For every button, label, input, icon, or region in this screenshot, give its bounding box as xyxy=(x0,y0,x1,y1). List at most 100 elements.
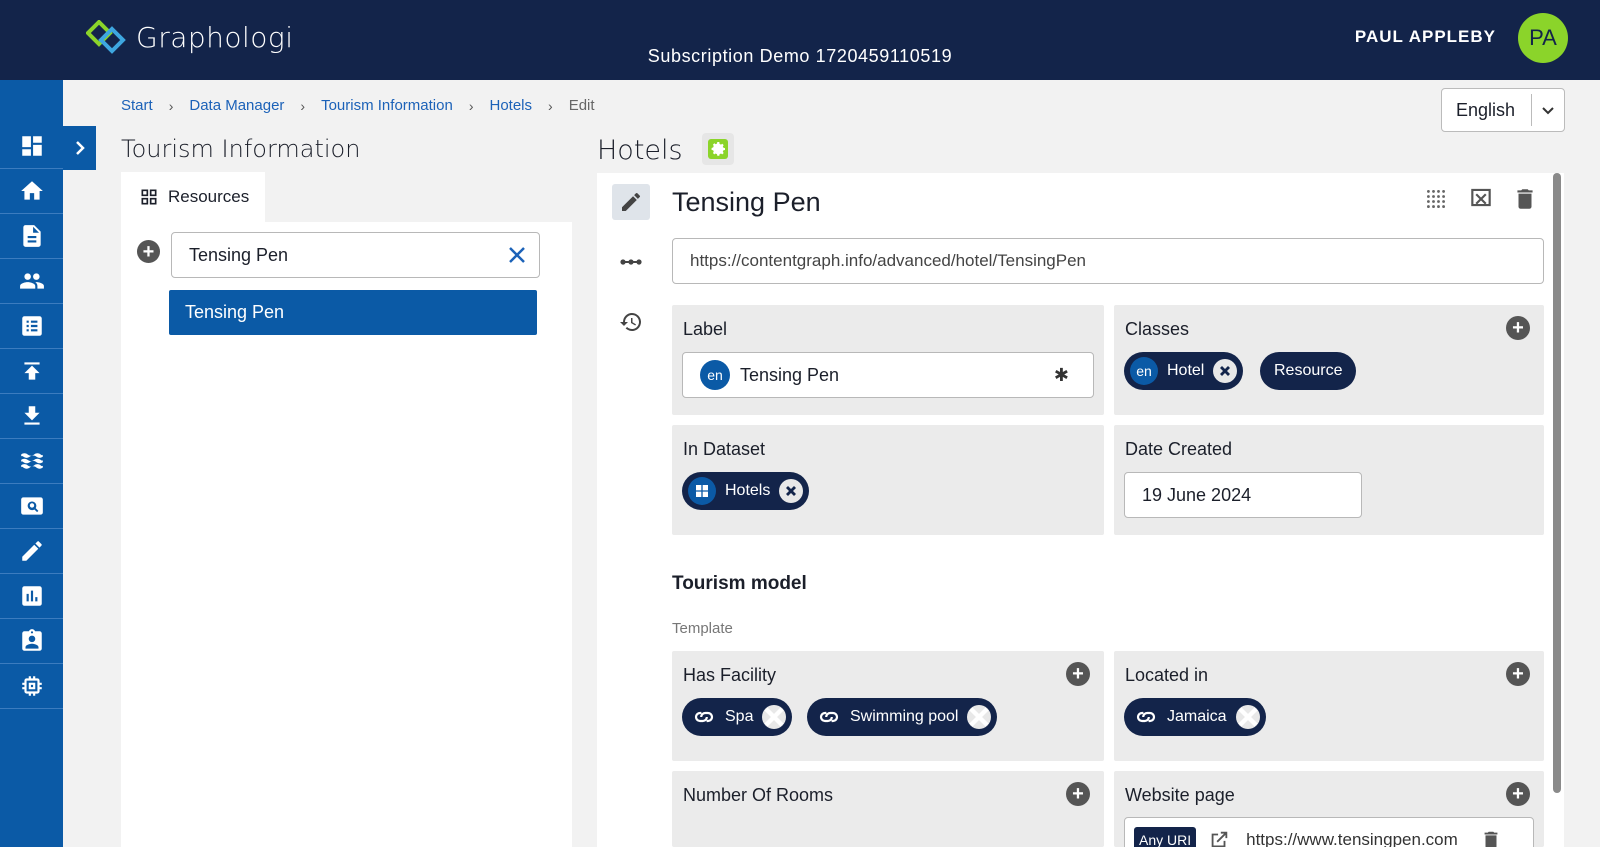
add-location-button[interactable]: + xyxy=(1506,662,1530,686)
website-page-heading: Website page xyxy=(1125,785,1235,805)
list-item[interactable]: Tensing Pen xyxy=(169,290,537,335)
date-created-value: 19 June 2024 xyxy=(1142,484,1252,505)
remove-icon[interactable] xyxy=(779,479,804,503)
breadcrumb: Start › Data Manager › Tourism Informati… xyxy=(121,97,595,114)
facility-chip-label: Swimming pool xyxy=(850,708,959,725)
label-input[interactable]: en Tensing Pen ✱ xyxy=(682,352,1094,398)
language-badge: en xyxy=(1130,357,1158,385)
list-icon xyxy=(21,316,42,336)
waves-icon xyxy=(20,453,43,469)
user-name[interactable]: PAUL APPLEBY xyxy=(1355,27,1496,47)
breadcrumb-start[interactable]: Start xyxy=(121,97,153,114)
sidebar-item-search[interactable] xyxy=(0,484,63,529)
date-created-input[interactable]: 19 June 2024 xyxy=(1124,472,1362,518)
sidebar-item-users[interactable] xyxy=(0,259,63,304)
add-resource-button[interactable]: + xyxy=(137,240,160,263)
relations-button[interactable] xyxy=(615,246,647,278)
history-icon xyxy=(620,313,641,331)
remove-icon[interactable] xyxy=(1235,705,1260,729)
relation-icon xyxy=(620,259,642,265)
dots-grid-button[interactable] xyxy=(1421,184,1451,214)
sidebar-item-waves[interactable] xyxy=(0,439,63,484)
chevron-down-icon[interactable] xyxy=(1532,102,1564,118)
delete-button[interactable] xyxy=(1510,184,1540,214)
grid-icon xyxy=(141,189,157,205)
breadcrumb-separator-icon: › xyxy=(548,97,553,114)
link-icon xyxy=(819,711,839,723)
remove-icon[interactable] xyxy=(967,705,992,729)
search-input[interactable]: Tensing Pen xyxy=(171,232,540,278)
sidebar-item-edit[interactable] xyxy=(0,529,63,574)
link-icon xyxy=(1136,711,1156,723)
has-facility-heading: Has Facility xyxy=(683,665,777,685)
add-facility-button[interactable]: + xyxy=(1066,662,1090,686)
has-facility-card: Has Facility + Spa Swimming pool xyxy=(672,651,1104,761)
trash-icon[interactable] xyxy=(1480,829,1502,847)
language-value: English xyxy=(1456,99,1516,120)
breadcrumb-separator-icon: › xyxy=(300,97,306,114)
dots-grid-icon xyxy=(1427,190,1445,208)
add-rooms-button[interactable]: + xyxy=(1066,782,1090,806)
remove-icon[interactable] xyxy=(762,705,787,729)
add-class-button[interactable]: + xyxy=(1506,316,1530,340)
gear-icon xyxy=(708,139,728,159)
chevron-right-icon xyxy=(75,141,85,155)
class-chip-hotel[interactable]: en Hotel xyxy=(1124,352,1244,390)
people-icon xyxy=(19,273,44,289)
history-button[interactable] xyxy=(615,306,647,338)
link-icon xyxy=(694,711,714,723)
sidebar-item-home[interactable] xyxy=(0,169,63,214)
close-editor-button[interactable] xyxy=(1466,184,1496,214)
classes-card: Classes + en Hotel Resource xyxy=(1114,305,1544,415)
sidebar-expand-button[interactable] xyxy=(63,126,96,170)
sidebar-item-download[interactable] xyxy=(0,394,63,439)
scrollbar[interactable] xyxy=(1553,173,1561,793)
facility-chip-spa[interactable]: Spa xyxy=(682,698,793,736)
class-chip-label: Hotel xyxy=(1167,362,1205,379)
label-value: Tensing Pen xyxy=(740,364,840,385)
sidebar-item-dashboard[interactable] xyxy=(0,124,63,169)
badge-icon xyxy=(21,629,42,651)
class-chip-resource[interactable]: Resource xyxy=(1260,352,1357,390)
language-select[interactable]: English xyxy=(1441,88,1565,132)
search-icon xyxy=(20,497,43,515)
chart-icon xyxy=(21,586,42,606)
settings-button[interactable] xyxy=(702,133,734,165)
section-title: Tourism model xyxy=(672,573,807,594)
upload-icon xyxy=(23,362,40,380)
page-title: Hotels xyxy=(597,135,683,166)
edit-mode-button[interactable] xyxy=(612,184,650,220)
label-card: Label en Tensing Pen ✱ xyxy=(672,305,1104,415)
remove-icon[interactable] xyxy=(1213,359,1238,383)
uri-field[interactable]: https://contentgraph.info/advanced/hotel… xyxy=(672,238,1544,284)
type-badge: Any URI xyxy=(1134,827,1197,847)
classes-heading: Classes xyxy=(1125,319,1190,339)
sidebar-item-system[interactable] xyxy=(0,664,63,709)
sidebar xyxy=(0,80,63,847)
trash-icon xyxy=(1517,189,1533,209)
dataset-chip-hotels[interactable]: Hotels xyxy=(682,472,810,510)
breadcrumb-hotels[interactable]: Hotels xyxy=(489,97,532,114)
breadcrumb-tourism-information[interactable]: Tourism Information xyxy=(321,97,453,114)
close-icon[interactable] xyxy=(495,245,539,265)
subscription-title: Subscription Demo 1720459110519 xyxy=(647,46,953,66)
date-created-heading: Date Created xyxy=(1125,439,1233,459)
sidebar-item-lists[interactable] xyxy=(0,304,63,349)
avatar[interactable]: PA xyxy=(1518,13,1568,63)
tab-resources[interactable]: Resources xyxy=(121,172,265,222)
left-panel-title: Tourism Information xyxy=(121,135,361,163)
sidebar-item-reports[interactable] xyxy=(0,574,63,619)
date-created-card: Date Created 19 June 2024 xyxy=(1114,425,1544,535)
number-of-rooms-card: Number Of Rooms + xyxy=(672,771,1104,847)
language-badge: en xyxy=(700,360,730,390)
website-page-input[interactable]: Any URI https://www.tensingpen.com xyxy=(1124,817,1534,847)
sidebar-item-upload[interactable] xyxy=(0,349,63,394)
add-website-button[interactable]: + xyxy=(1506,782,1530,806)
external-link-icon[interactable] xyxy=(1208,829,1230,847)
facility-chip-swimming-pool[interactable]: Swimming pool xyxy=(807,698,998,736)
breadcrumb-data-manager[interactable]: Data Manager xyxy=(189,97,284,114)
sidebar-item-profile[interactable] xyxy=(0,619,63,664)
location-chip-jamaica[interactable]: Jamaica xyxy=(1124,698,1266,736)
sidebar-item-documents[interactable] xyxy=(0,214,63,259)
top-bar: Graphologi Subscription Demo 17204591105… xyxy=(0,0,1600,80)
